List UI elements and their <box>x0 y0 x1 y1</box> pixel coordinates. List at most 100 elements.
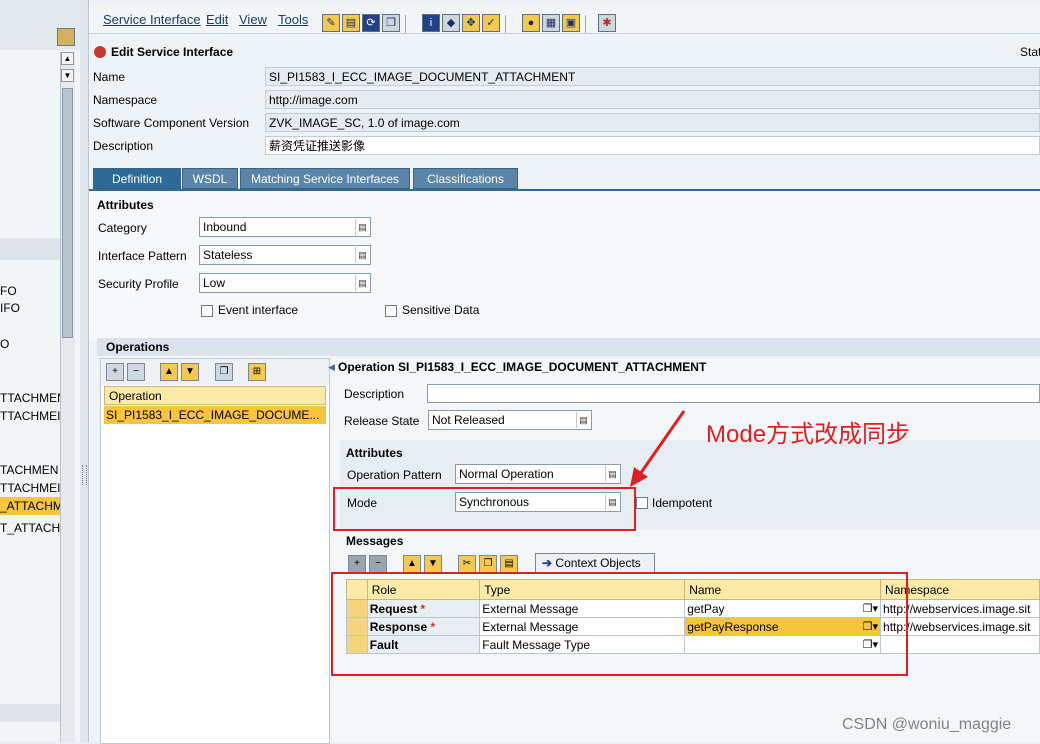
sidebar-collapse-button[interactable] <box>57 28 75 46</box>
operation-title: Operation SI_PI1583_I_ECC_IMAGE_DOCUMENT… <box>338 360 707 374</box>
add-message-icon[interactable]: + <box>348 555 366 573</box>
copy-operation-icon[interactable]: ❐ <box>215 363 233 381</box>
tab-wsdl[interactable]: WSDL <box>182 168 238 189</box>
object-icon[interactable]: ● <box>522 14 540 32</box>
event-interface-label: Event interface <box>218 303 299 317</box>
check-icon[interactable]: ✓ <box>482 14 500 32</box>
sidebar-item[interactable]: FO <box>0 282 60 300</box>
sidebar-scrollbar[interactable]: ▲ ▼ <box>60 52 75 742</box>
dropdown-icon[interactable]: ▤ <box>355 219 369 235</box>
info-icon[interactable]: i <box>422 14 440 32</box>
event-interface-checkbox[interactable] <box>201 305 213 317</box>
csdn-watermark: CSDN @woniu_maggie <box>842 716 1012 733</box>
sidebar-item[interactable]: O <box>0 335 60 353</box>
sidebar-item[interactable]: TACHMEN <box>0 461 60 479</box>
operation-column-header: Operation <box>104 386 326 405</box>
namespace-field[interactable]: http://image.com <box>265 90 1040 109</box>
delete-operation-icon[interactable]: − <box>127 363 145 381</box>
collapse-arrow-icon[interactable]: ◀ <box>328 362 335 373</box>
paste-icon[interactable]: ▤ <box>500 555 518 573</box>
messages-highlight-box <box>331 572 908 676</box>
idempotent-checkbox[interactable] <box>636 497 648 509</box>
security-label: Security Profile <box>98 277 179 291</box>
scroll-up-icon[interactable]: ▲ <box>61 52 74 65</box>
add-operation-icon[interactable]: + <box>106 363 124 381</box>
sidebar-item[interactable]: TTACHMEN <box>0 389 60 407</box>
document-icon[interactable]: ▣ <box>562 14 580 32</box>
operations-bar <box>97 338 1040 356</box>
toolbar-separator <box>585 15 586 33</box>
tab-classifications[interactable]: Classifications <box>413 168 518 189</box>
copy-icon[interactable]: ❐ <box>479 555 497 573</box>
release-state-value: Not Released <box>432 413 505 427</box>
delete-message-icon[interactable]: − <box>369 555 387 573</box>
description-field[interactable]: 薪资凭证推送影像 <box>265 136 1040 155</box>
context-objects-button[interactable]: ➔ Context Objects <box>535 553 655 574</box>
move-down-icon[interactable]: ▼ <box>181 363 199 381</box>
menu-edit[interactable]: Edit <box>206 12 228 27</box>
swcv-field[interactable]: ZVK_IMAGE_SC, 1.0 of image.com <box>265 113 1040 132</box>
operation-row-selected[interactable]: SI_PI1583_I_ECC_IMAGE_DOCUME... <box>104 406 326 424</box>
move-down-icon[interactable]: ▼ <box>424 555 442 573</box>
pencil-edit-icon[interactable]: ✎ <box>322 14 340 32</box>
save-icon[interactable]: ▤ <box>342 14 360 32</box>
op-attributes-title: Attributes <box>346 446 403 460</box>
sidebar-item[interactable]: IFO <box>0 299 60 317</box>
move-up-icon[interactable]: ▲ <box>403 555 421 573</box>
splitter-grip-icon <box>82 465 87 485</box>
menu-view[interactable]: View <box>239 12 267 27</box>
pane-splitter[interactable] <box>80 0 89 742</box>
dropdown-icon[interactable]: ▤ <box>576 412 590 428</box>
sidebar-item-selected[interactable]: _ATTACHM <box>0 497 60 515</box>
category-select[interactable]: Inbound ▤ <box>199 217 371 237</box>
operation-pattern-label: Operation Pattern <box>347 468 442 482</box>
name-field[interactable]: SI_PI1583_I_ECC_IMAGE_DOCUMENT_ATTACHMEN… <box>265 67 1040 86</box>
menu-service-interface[interactable]: Service Interface <box>103 12 201 27</box>
release-state-select[interactable]: Not Released ▤ <box>428 410 592 430</box>
menu-bar: Service Interface Edit View Tools ✎ ▤ ⟳ … <box>89 5 1040 34</box>
network-icon[interactable]: ✱ <box>598 14 616 32</box>
operation-pattern-select[interactable]: Normal Operation ▤ <box>455 464 621 484</box>
category-label: Category <box>98 221 147 235</box>
security-value: Low <box>203 276 226 290</box>
pattern-select[interactable]: Stateless ▤ <box>199 245 371 265</box>
sidebar-item[interactable]: T_ATTACH <box>0 519 60 537</box>
op-description-field[interactable] <box>427 384 1040 403</box>
cut-icon[interactable]: ✂ <box>458 555 476 573</box>
scroll-down-icon[interactable]: ▼ <box>61 69 74 82</box>
edit-status-icon <box>94 46 106 58</box>
sidebar-item[interactable]: TTACHMEI <box>0 407 60 425</box>
move-up-icon[interactable]: ▲ <box>160 363 178 381</box>
pattern-label: Interface Pattern <box>98 249 187 263</box>
name-label: Name <box>93 70 126 84</box>
tab-matching-service-interfaces[interactable]: Matching Service Interfaces <box>240 168 410 189</box>
tab-definition[interactable]: Definition <box>93 168 181 189</box>
description-label: Description <box>93 139 154 153</box>
dropdown-icon[interactable]: ▤ <box>605 466 619 482</box>
title-row: Edit Service Interface Stat <box>89 40 1040 62</box>
sidebar-item[interactable]: TTACHMEI <box>0 479 60 497</box>
messages-title: Messages <box>346 534 404 548</box>
sensitive-data-checkbox[interactable] <box>385 305 397 317</box>
security-select[interactable]: Low ▤ <box>199 273 371 293</box>
copy-icon[interactable]: ❐ <box>382 14 400 32</box>
dropdown-icon[interactable]: ▤ <box>355 247 369 263</box>
table-icon[interactable]: ▦ <box>542 14 560 32</box>
toolbar-separator <box>405 15 406 33</box>
toolbar-separator <box>505 15 506 33</box>
sensitive-data-label: Sensitive Data <box>402 303 480 317</box>
mode-highlight-box <box>333 487 636 531</box>
operation-pattern-value: Normal Operation <box>459 467 554 481</box>
idempotent-label: Idempotent <box>652 496 713 510</box>
operations-title: Operations <box>106 340 170 354</box>
menu-tools[interactable]: Tools <box>278 12 308 27</box>
context-objects-label: Context Objects <box>555 556 641 570</box>
dropdown-icon[interactable]: ▤ <box>355 275 369 291</box>
scroll-thumb[interactable] <box>62 88 73 338</box>
op-description-label: Description <box>344 387 405 401</box>
eraser-icon[interactable]: ◆ <box>442 14 460 32</box>
hierarchy-icon[interactable]: ⊞ <box>248 363 266 381</box>
navigate-icon[interactable]: ✥ <box>462 14 480 32</box>
refresh-icon[interactable]: ⟳ <box>362 14 380 32</box>
sidebar-footer-band <box>0 704 60 722</box>
